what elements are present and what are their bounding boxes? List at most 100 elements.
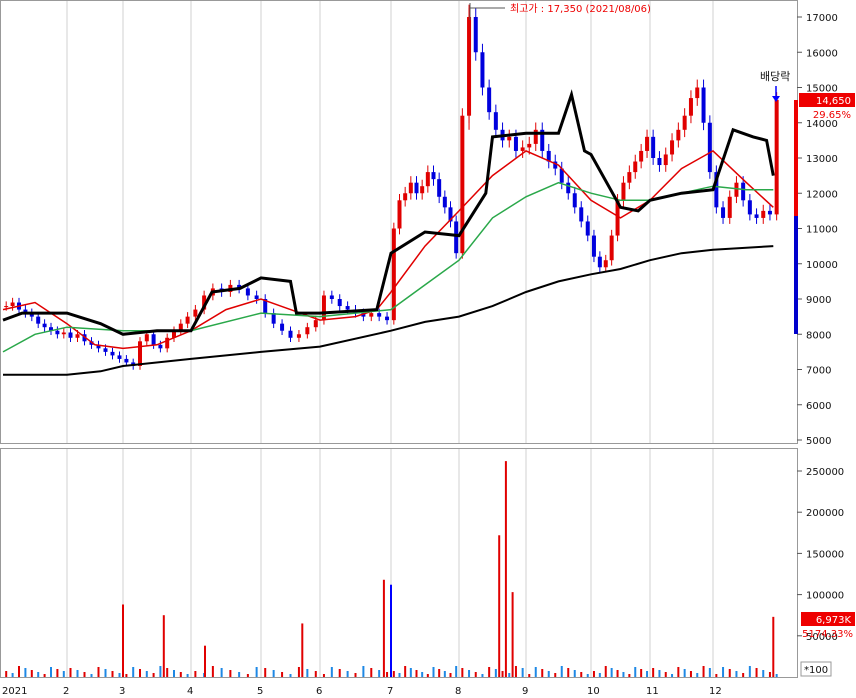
volume-bar bbox=[211, 666, 214, 677]
volume-bar bbox=[742, 673, 745, 677]
volume-bar bbox=[560, 666, 563, 677]
candle-body bbox=[138, 341, 142, 366]
volume-bar bbox=[658, 670, 661, 677]
candle-body bbox=[425, 172, 430, 187]
volume-bar bbox=[204, 645, 206, 677]
volume-bar bbox=[715, 674, 718, 677]
candle-body bbox=[144, 334, 149, 342]
candle-body bbox=[4, 306, 9, 308]
y-tick-label: 11000 bbox=[806, 225, 838, 236]
candle-body bbox=[633, 161, 638, 173]
candle-body bbox=[288, 330, 293, 338]
volume-bar bbox=[90, 674, 93, 677]
volume-bar bbox=[671, 674, 674, 677]
candle-body bbox=[747, 200, 752, 215]
candle-body bbox=[42, 323, 47, 328]
date-axis-ticks: 2021 2 3 4 5 6 7 8 9 10 11 12 bbox=[2, 686, 722, 697]
candle-body bbox=[414, 182, 419, 194]
candle-body bbox=[329, 295, 334, 299]
volume-bar bbox=[220, 668, 223, 677]
candle-body bbox=[572, 193, 577, 208]
volume-bar bbox=[409, 668, 412, 677]
volume-bar bbox=[622, 672, 625, 677]
volume-bar bbox=[677, 667, 680, 677]
volume-bar bbox=[696, 673, 699, 677]
candle-body bbox=[117, 355, 122, 359]
y-tick-label: 12000 bbox=[806, 189, 838, 200]
candle-body bbox=[621, 182, 626, 201]
candle-body bbox=[68, 332, 73, 338]
y-tick-label: 16000 bbox=[806, 48, 838, 59]
volume-bar bbox=[683, 669, 686, 677]
candle-body bbox=[639, 150, 644, 162]
volume-bar bbox=[370, 668, 373, 677]
candle-body bbox=[437, 179, 442, 197]
candle-body bbox=[271, 313, 276, 324]
volume-bar bbox=[534, 667, 537, 677]
volume-bar bbox=[735, 671, 738, 677]
volume-tick-label: 100000 bbox=[806, 591, 844, 602]
candle-body bbox=[727, 196, 732, 218]
volume-bar bbox=[481, 674, 484, 677]
candle-body bbox=[337, 299, 342, 307]
candle-body bbox=[627, 172, 632, 183]
volume-bar bbox=[69, 668, 72, 677]
volume-bar bbox=[152, 673, 155, 677]
volume-bar bbox=[346, 671, 349, 677]
current-volume-change: 5174.33% bbox=[802, 629, 853, 640]
candle-body bbox=[193, 309, 198, 317]
volume-bar bbox=[762, 670, 765, 677]
volume-bar bbox=[708, 668, 711, 677]
volume-bar bbox=[604, 666, 607, 677]
candle-body bbox=[603, 260, 608, 268]
candle-body bbox=[245, 288, 250, 296]
candle-body bbox=[741, 182, 746, 201]
volume-bar bbox=[132, 667, 135, 677]
volume-bar bbox=[76, 670, 79, 677]
candle-body bbox=[431, 172, 436, 180]
volume-bar bbox=[592, 671, 595, 677]
volume-bar bbox=[11, 673, 14, 677]
volume-bar bbox=[83, 672, 86, 677]
x-tick-label: 11 bbox=[646, 686, 659, 697]
stock-chart: 1700016000150001400013000120001100010000… bbox=[0, 0, 855, 697]
volume-bar bbox=[18, 666, 20, 677]
candle-body bbox=[158, 344, 163, 349]
volume-bar bbox=[461, 668, 464, 677]
max-price-annotation: 최고가 : 17,350 (2021/08/06) bbox=[510, 3, 651, 15]
candle-body bbox=[707, 122, 712, 173]
volume-bar bbox=[664, 672, 667, 677]
volume-bar bbox=[194, 671, 197, 677]
volume-bar bbox=[443, 671, 446, 677]
price-range-bar-red bbox=[794, 100, 798, 216]
candle-body bbox=[103, 348, 108, 352]
volume-bar bbox=[43, 674, 46, 677]
candle-body bbox=[688, 98, 693, 116]
y-tick-label: 10000 bbox=[806, 260, 838, 271]
candle-body bbox=[520, 147, 525, 151]
volume-bar bbox=[573, 670, 576, 677]
candle-body bbox=[774, 99, 779, 215]
volume-bar bbox=[354, 673, 357, 677]
candle-body bbox=[61, 332, 66, 335]
volume-bar bbox=[421, 672, 424, 677]
y-tick-label: 5000 bbox=[806, 436, 831, 447]
candle-body bbox=[280, 323, 285, 331]
volume-bar bbox=[145, 671, 148, 677]
volume-bar bbox=[616, 670, 619, 677]
candle-body bbox=[527, 143, 532, 148]
candle-body bbox=[151, 334, 156, 345]
candle-body bbox=[385, 316, 390, 321]
volume-bar bbox=[111, 671, 114, 677]
y-tick-label: 13000 bbox=[806, 154, 838, 165]
candle-body bbox=[761, 210, 766, 218]
candle-body bbox=[377, 313, 382, 317]
y-tick-label: 6000 bbox=[806, 401, 831, 412]
y-tick-label: 17000 bbox=[806, 13, 838, 24]
volume-bar bbox=[24, 668, 27, 677]
x-tick-label: 3 bbox=[119, 686, 125, 697]
volume-bar bbox=[455, 666, 458, 677]
x-tick-label: 5 bbox=[257, 686, 263, 697]
candle-body bbox=[507, 136, 512, 141]
volume-bar bbox=[468, 670, 471, 677]
